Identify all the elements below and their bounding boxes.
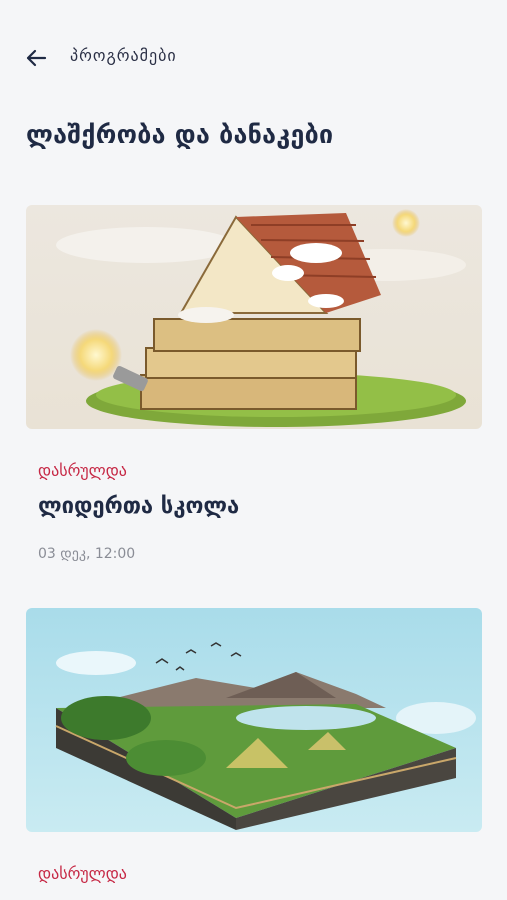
app-header: პროგრამები xyxy=(0,30,507,86)
event-card-image[interactable] xyxy=(26,205,482,429)
event-date: 03 დეკ, 12:00 xyxy=(38,546,136,562)
event-title[interactable]: ლიდერთა სკოლა xyxy=(38,494,239,519)
book-house-illustration xyxy=(26,205,482,429)
arrow-left-icon xyxy=(26,49,47,67)
event-card-image[interactable] xyxy=(26,608,482,832)
header-title: პროგრამები xyxy=(70,46,177,65)
back-button[interactable] xyxy=(20,44,52,72)
event-status: დასრულდა xyxy=(38,461,127,480)
landscape-illustration xyxy=(26,608,482,832)
page-title: ლაშქრობა და ბანაკები xyxy=(26,120,334,149)
event-status: დასრულდა xyxy=(38,864,127,883)
